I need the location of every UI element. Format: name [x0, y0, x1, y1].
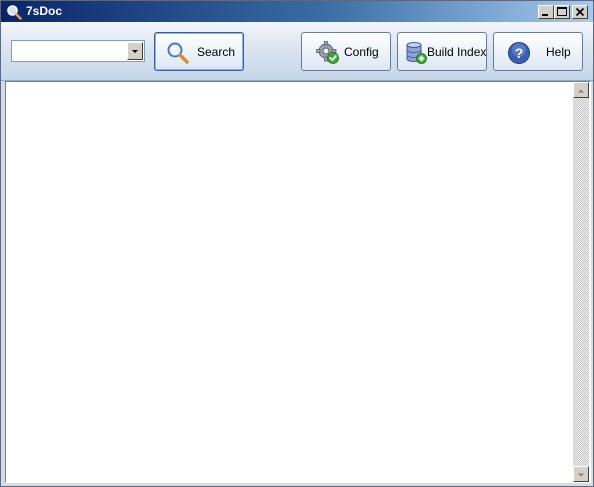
minimize-icon: [542, 14, 548, 16]
vertical-scrollbar[interactable]: [573, 82, 589, 482]
toolbar: Search Config Build Index ? Help: [1, 22, 593, 81]
combo-dropdown-button[interactable]: [127, 42, 143, 60]
app-magnifier-icon: [7, 5, 22, 20]
scroll-down-button[interactable]: [573, 466, 589, 482]
magnifier-icon: [167, 42, 189, 64]
window-title: 7sDoc: [26, 4, 63, 18]
minimize-button[interactable]: [538, 5, 554, 19]
search-button[interactable]: Search: [154, 32, 244, 71]
arrow-down-icon: [578, 473, 584, 477]
maximize-icon: [557, 7, 567, 16]
database-add-icon: [406, 42, 427, 64]
close-button[interactable]: [572, 5, 588, 19]
search-input[interactable]: [15, 43, 123, 59]
arrow-up-icon: [578, 89, 584, 93]
help-button[interactable]: ? Help: [493, 32, 583, 71]
maximize-button[interactable]: [554, 5, 570, 19]
help-icon: ?: [508, 42, 530, 64]
gear-check-icon: [316, 41, 339, 64]
search-combobox[interactable]: [11, 40, 145, 62]
config-button[interactable]: Config: [301, 32, 391, 71]
app-window: 7sDoc Search Config Build Index ? Help: [0, 0, 594, 487]
build-index-button[interactable]: Build Index: [397, 32, 487, 71]
config-button-label: Config: [344, 45, 379, 59]
chevron-down-icon: [132, 50, 138, 53]
help-button-label: Help: [546, 45, 571, 59]
svg-text:?: ?: [515, 45, 524, 61]
close-icon: [575, 7, 585, 17]
scroll-up-button[interactable]: [573, 82, 589, 98]
build-index-button-label: Build Index: [427, 45, 487, 59]
title-bar[interactable]: 7sDoc: [1, 1, 593, 22]
results-pane[interactable]: [5, 81, 591, 483]
search-button-label: Search: [197, 45, 236, 59]
